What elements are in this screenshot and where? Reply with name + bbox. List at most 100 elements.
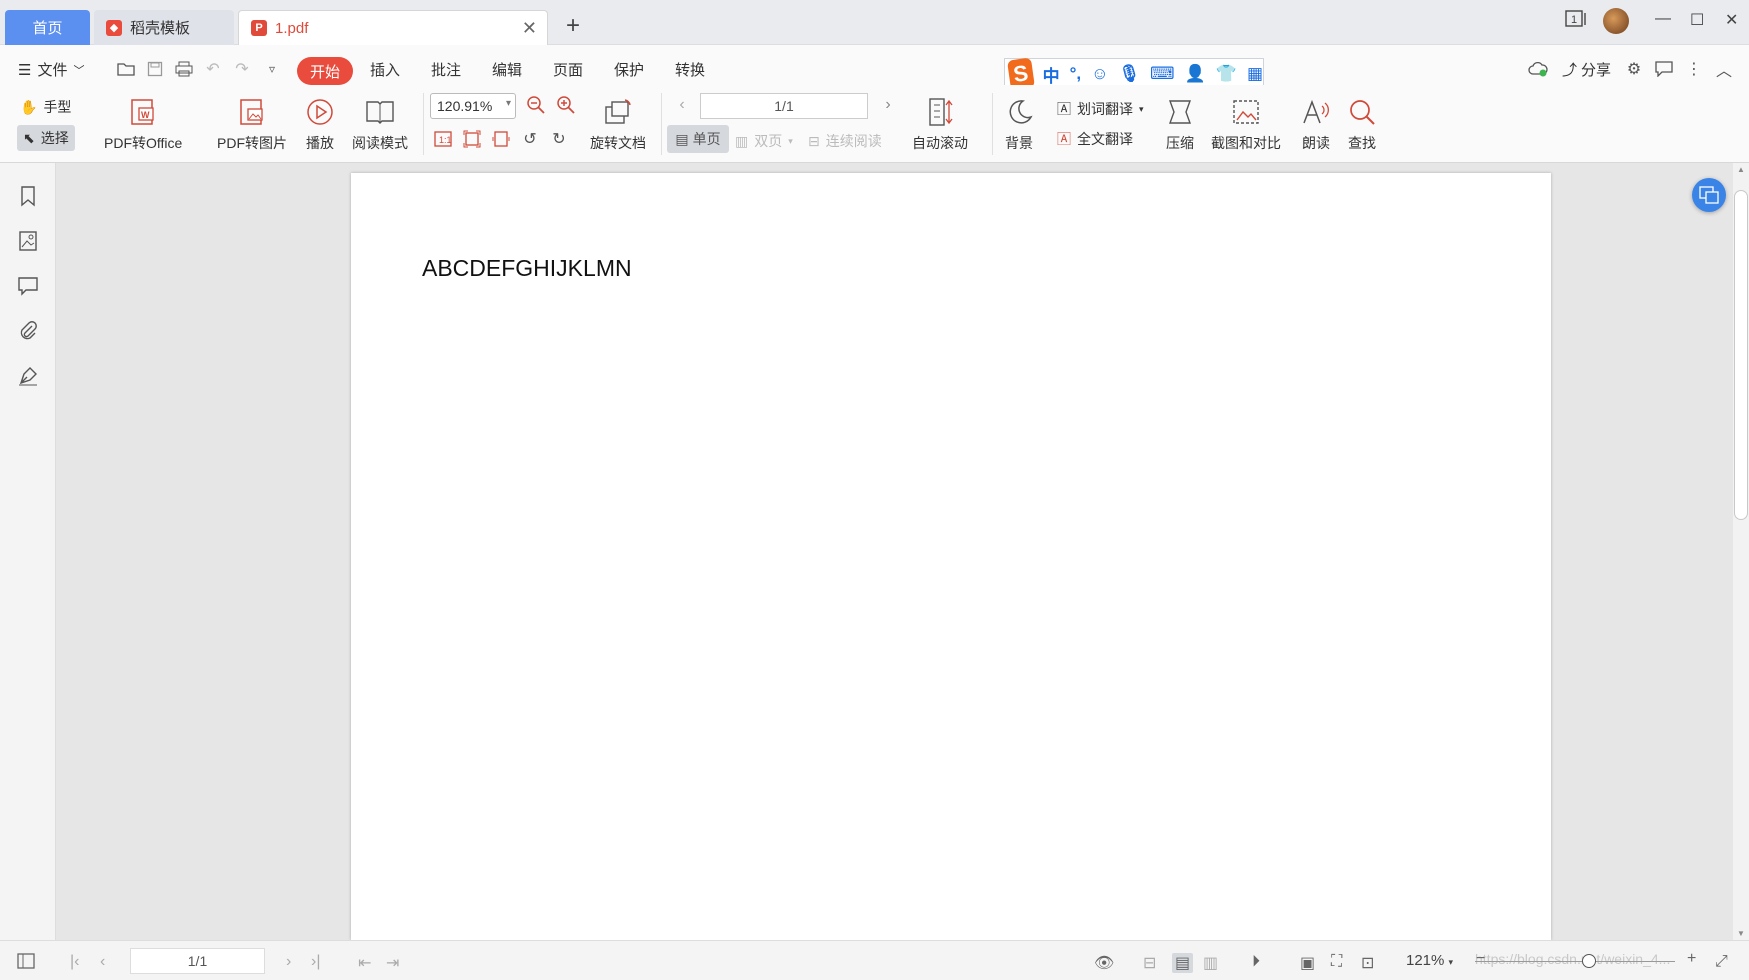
microphone-icon[interactable]: 🎙 [1118, 64, 1140, 84]
maximize-icon[interactable]: ☐ [1690, 10, 1704, 30]
next-page-icon[interactable]: › [878, 95, 898, 115]
actual-size-icon[interactable]: 1:1 [433, 129, 453, 149]
menu-tab-protect[interactable]: 保护 [614, 59, 644, 80]
fit-width-icon[interactable] [491, 129, 511, 149]
compress-button[interactable]: 压缩 [1165, 97, 1195, 153]
read-aloud-button[interactable]: 朗读 [1301, 97, 1331, 153]
pdf-to-office-button[interactable]: W PDF转Office [104, 97, 182, 153]
page-number-input[interactable]: 1/1 [700, 93, 868, 119]
menu-tab-start[interactable]: 开始 [297, 57, 353, 85]
page-number-value: 1/1 [774, 98, 794, 114]
background-button[interactable]: 背景 [1004, 97, 1034, 153]
user-icon[interactable]: 👤 [1185, 64, 1206, 84]
forward-icon[interactable]: ⇥ [386, 953, 399, 973]
emoji-icon[interactable]: ☺ [1091, 64, 1108, 84]
attachment-paperclip-icon[interactable] [17, 320, 39, 342]
previous-page-icon[interactable]: ‹ [100, 953, 105, 971]
zoom-out-icon[interactable] [526, 95, 546, 115]
next-page-icon[interactable]: › [286, 953, 291, 971]
last-page-icon[interactable]: ›| [311, 953, 320, 971]
comment-list-icon[interactable] [17, 275, 39, 297]
zoom-slider-knob[interactable] [1582, 954, 1596, 968]
rotate-document-button[interactable]: 旋转文档 [590, 97, 646, 153]
settings-gear-icon[interactable]: ⚙ [1624, 59, 1644, 79]
back-icon[interactable]: ⇤ [358, 953, 371, 973]
continuous-read-button[interactable]: ⊟ 连续阅读 [808, 131, 882, 151]
quick-access-dropdown-icon[interactable]: ▿ [262, 59, 282, 79]
fit-page-icon[interactable]: ⛶ [1331, 953, 1342, 971]
fit-page-icon[interactable] [462, 129, 482, 149]
menu-tab-page[interactable]: 页面 [553, 59, 583, 80]
previous-page-icon[interactable]: ‹ [672, 95, 692, 115]
toggle-sidebar-icon[interactable] [17, 953, 35, 969]
double-page-button[interactable]: ▥ 双页 ▾ [735, 131, 793, 151]
scroll-up-icon[interactable]: ▲ [1737, 165, 1745, 174]
single-page-button[interactable]: ▤ 单页 [667, 125, 729, 153]
read-mode-button[interactable]: 阅读模式 [352, 97, 408, 153]
menu-tab-edit[interactable]: 编辑 [492, 59, 522, 80]
screenshot-compare-button[interactable]: 截图和对比 [1211, 97, 1281, 153]
comment-icon[interactable] [1654, 59, 1674, 79]
actual-size-icon[interactable]: ▣ [1300, 953, 1315, 973]
find-button[interactable]: 查找 [1347, 97, 1377, 153]
rotate-right-icon[interactable]: ↻ [549, 129, 569, 149]
close-tab-icon[interactable]: ✕ [522, 18, 537, 39]
cloud-sync-icon[interactable] [1528, 59, 1548, 79]
word-translate-button[interactable]: 🄰 划词翻译 ▾ [1057, 99, 1144, 119]
zoom-out-minus-icon[interactable]: − [1476, 950, 1485, 968]
status-page-input[interactable]: 1/1 [130, 948, 265, 974]
menu-tab-convert[interactable]: 转换 [675, 59, 705, 80]
continuous-view-icon[interactable]: ⊟ [1143, 953, 1156, 973]
zoom-level-select[interactable]: 121% ▾ [1406, 952, 1453, 969]
open-folder-icon[interactable] [116, 59, 136, 79]
file-menu[interactable]: ☰ 文件 ﹀ [18, 59, 84, 80]
menu-tab-annotate[interactable]: 批注 [431, 59, 461, 80]
undo-icon[interactable]: ↶ [203, 59, 223, 79]
share-button[interactable]: ⤴ 分享 [1562, 59, 1611, 80]
select-tool-button[interactable]: ⬉ 选择 [17, 125, 75, 151]
collapse-ribbon-icon[interactable]: ︿ [1714, 59, 1734, 80]
play-slideshow-icon[interactable]: ⏵ [1252, 953, 1260, 971]
fit-width-icon[interactable]: ⊡ [1361, 953, 1374, 973]
zoom-in-plus-icon[interactable]: + [1687, 950, 1696, 968]
ime-punct-toggle[interactable]: °, [1070, 64, 1082, 84]
tab-home[interactable]: 首页 [5, 10, 90, 45]
zoom-slider-track[interactable] [1475, 961, 1675, 962]
signature-pen-icon[interactable] [17, 365, 39, 387]
bookmark-icon[interactable] [17, 185, 39, 207]
new-tab-button[interactable]: + [566, 12, 580, 40]
zoom-in-icon[interactable] [556, 95, 576, 115]
fullscreen-icon[interactable]: ⤢ [1715, 953, 1728, 971]
print-icon[interactable] [174, 59, 194, 79]
single-page-view-icon[interactable]: ▤ [1172, 953, 1194, 973]
zoom-select[interactable]: 120.91% ▾ [430, 93, 516, 119]
rotate-document-label: 旋转文档 [590, 135, 646, 151]
window-layout-icon[interactable]: 1 [1565, 10, 1589, 28]
keyboard-icon[interactable]: ⌨ [1150, 64, 1175, 84]
save-icon[interactable] [145, 59, 165, 79]
redo-icon[interactable]: ↷ [232, 59, 252, 79]
tab-template[interactable]: ◆ 稻壳模板 [94, 10, 234, 45]
rotate-left-icon[interactable]: ↺ [520, 129, 540, 149]
first-page-icon[interactable]: |‹ [70, 953, 79, 971]
more-options-icon[interactable]: ⋮ [1684, 59, 1704, 79]
play-button[interactable]: 播放 [305, 97, 335, 153]
scrollbar-thumb[interactable] [1734, 190, 1748, 520]
thumbnail-image-icon[interactable] [17, 230, 39, 252]
menu-tab-insert[interactable]: 插入 [370, 59, 400, 80]
hand-tool-button[interactable]: ✋ 手型 [20, 97, 71, 117]
close-window-icon[interactable]: ✕ [1725, 10, 1738, 30]
pdf-to-image-button[interactable]: PDF转图片 [217, 97, 287, 153]
user-avatar[interactable] [1603, 8, 1629, 34]
skin-shirt-icon[interactable]: 👕 [1216, 64, 1237, 84]
full-translate-button[interactable]: 🄰 全文翻译 [1057, 129, 1133, 149]
scroll-down-icon[interactable]: ▼ [1737, 929, 1745, 938]
auto-scroll-button[interactable]: 自动滚动 [912, 97, 968, 153]
eye-protection-icon[interactable]: 👁 [1094, 953, 1114, 973]
ime-lang-toggle[interactable]: 中 [1043, 62, 1060, 87]
grid-apps-icon[interactable]: ▦ [1247, 64, 1263, 84]
double-page-view-icon[interactable]: ▥ [1203, 953, 1218, 973]
tab-pdf-document[interactable]: P 1.pdf ✕ [238, 10, 548, 45]
minimize-icon[interactable]: — [1655, 10, 1671, 28]
floating-translate-button[interactable] [1692, 178, 1726, 212]
